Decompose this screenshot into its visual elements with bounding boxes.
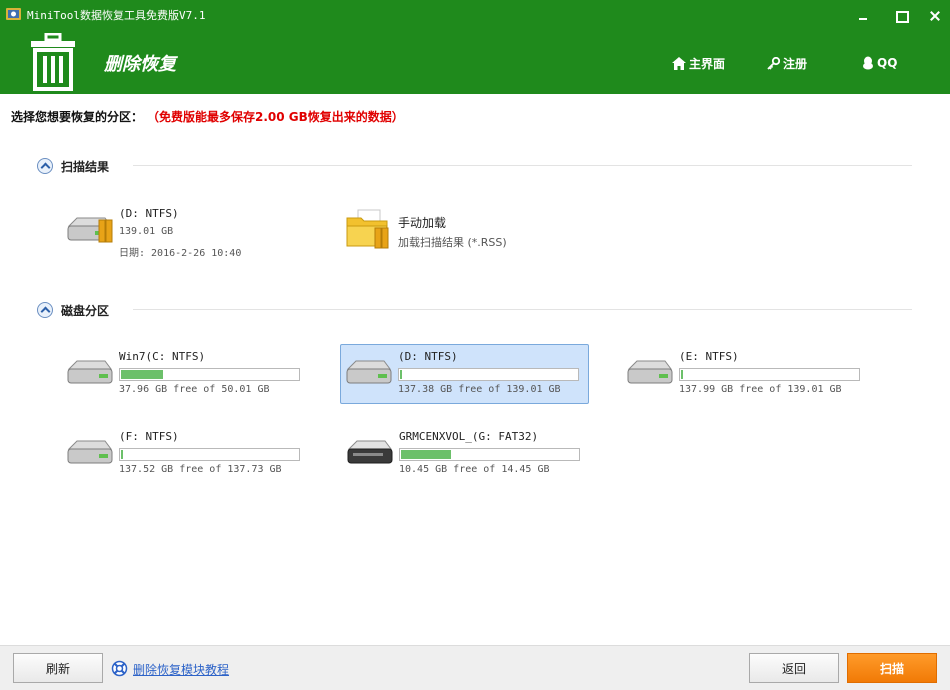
trash-icon bbox=[31, 33, 75, 91]
partition-name: (E: NTFS) bbox=[679, 350, 739, 363]
nav-home[interactable]: 主界面 bbox=[672, 54, 725, 72]
header: MiniTool数据恢复工具免费版V7.1 删除恢复 主界面 注册 QQ bbox=[0, 0, 950, 94]
partitions-header: 磁盘分区 bbox=[37, 301, 109, 319]
home-icon bbox=[672, 56, 686, 70]
nav-qq[interactable]: QQ bbox=[862, 54, 897, 72]
usage-bar bbox=[398, 368, 579, 381]
folder-icon bbox=[346, 209, 389, 249]
manual-load-title: 手动加载 bbox=[398, 216, 447, 230]
hard-drive-icon bbox=[627, 360, 673, 384]
partition-name: (D: NTFS) bbox=[398, 350, 458, 363]
hard-drive-icon bbox=[67, 217, 113, 243]
qq-penguin-icon bbox=[863, 56, 873, 70]
prompt-label: 选择您想要恢复的分区： bbox=[11, 110, 144, 124]
app-icon bbox=[6, 8, 21, 20]
title-bar: MiniTool数据恢复工具免费版V7.1 bbox=[0, 0, 950, 30]
partition-name: (F: NTFS) bbox=[119, 430, 179, 443]
partition-g[interactable]: GRMCENXVOL_(G: FAT32) 10.45 GB free of 1… bbox=[321, 424, 580, 484]
module-title: 删除恢复 bbox=[104, 54, 176, 75]
usage-bar-fill bbox=[681, 370, 683, 379]
manual-load-item[interactable] bbox=[321, 201, 541, 261]
hard-drive-icon bbox=[67, 440, 113, 464]
scan-drive-size: 139.01 GB bbox=[119, 226, 174, 237]
hard-drive-icon bbox=[67, 360, 113, 384]
nav-qq-label: QQ bbox=[877, 56, 898, 70]
partition-name: GRMCENXVOL_(G: FAT32) bbox=[399, 430, 539, 443]
nav-home-label: 主界面 bbox=[689, 56, 726, 71]
scan-results-title: 扫描结果 bbox=[61, 159, 110, 174]
free-limit-warning: （免费版能最多保存2.00 GB恢复出来的数据） bbox=[153, 110, 404, 124]
scan-drive-date: 日期: 2016-2-26 10:40 bbox=[119, 248, 242, 259]
partition-free-space: 37.96 GB free of 50.01 GB bbox=[119, 384, 270, 395]
window-title: MiniTool数据恢复工具免费版V7.1 bbox=[27, 9, 206, 22]
usage-bar bbox=[119, 448, 300, 461]
usage-bar-fill bbox=[121, 450, 123, 459]
usage-bar bbox=[679, 368, 860, 381]
tutorial-link[interactable]: 删除恢复模块教程 bbox=[133, 661, 229, 678]
maximize-button[interactable] bbox=[890, 6, 910, 26]
refresh-button[interactable]: 刷新 bbox=[13, 653, 103, 683]
hard-drive-icon bbox=[346, 360, 392, 384]
usage-bar bbox=[119, 368, 300, 381]
partition-prompt: 选择您想要恢复的分区： （免费版能最多保存2.00 GB恢复出来的数据） bbox=[11, 108, 404, 125]
scan-drive-name: (D: NTFS) bbox=[119, 207, 179, 220]
partition-f[interactable]: (F: NTFS) 137.52 GB free of 137.73 GB bbox=[41, 424, 300, 484]
usage-bar bbox=[399, 448, 580, 461]
footer-bar: 刷新 删除恢复模块教程 返回 扫描 bbox=[0, 645, 950, 690]
close-button[interactable] bbox=[925, 6, 945, 26]
divider bbox=[133, 165, 912, 166]
collapse-scan-results-button[interactable] bbox=[37, 158, 53, 174]
partitions-title: 磁盘分区 bbox=[61, 303, 110, 318]
partition-name: Win7(C: NTFS) bbox=[119, 350, 206, 363]
scan-button[interactable]: 扫描 bbox=[847, 653, 937, 683]
partition-e[interactable]: (E: NTFS) 137.99 GB free of 139.01 GB bbox=[601, 344, 860, 404]
partition-d[interactable]: (D: NTFS) 137.38 GB free of 139.01 GB bbox=[340, 344, 589, 404]
usage-bar-fill bbox=[400, 370, 402, 379]
nav-register-label: 注册 bbox=[783, 56, 808, 71]
removable-drive-icon bbox=[347, 440, 393, 464]
scan-result-drive-d[interactable]: (D: NTFS) 139.01 GB 日期: 2016-2-26 10:40 bbox=[41, 201, 290, 261]
divider bbox=[133, 309, 912, 310]
partition-free-space: 137.52 GB free of 137.73 GB bbox=[119, 464, 282, 475]
key-icon bbox=[767, 56, 780, 70]
collapse-partitions-button[interactable] bbox=[37, 302, 53, 318]
nav-register[interactable]: 注册 bbox=[767, 54, 807, 72]
lifebuoy-help-icon bbox=[111, 660, 128, 677]
partition-free-space: 10.45 GB free of 14.45 GB bbox=[399, 464, 550, 475]
usage-bar-fill bbox=[401, 450, 451, 459]
scan-results-header: 扫描结果 bbox=[37, 157, 109, 175]
usage-bar-fill bbox=[121, 370, 163, 379]
manual-load-subtitle: 加载扫描结果 (*.RSS) bbox=[398, 236, 507, 249]
partition-free-space: 137.38 GB free of 139.01 GB bbox=[398, 384, 561, 395]
partition-c[interactable]: Win7(C: NTFS) 37.96 GB free of 50.01 GB bbox=[41, 344, 300, 404]
minimize-button[interactable] bbox=[853, 6, 873, 26]
partition-free-space: 137.99 GB free of 139.01 GB bbox=[679, 384, 842, 395]
back-button[interactable]: 返回 bbox=[749, 653, 839, 683]
